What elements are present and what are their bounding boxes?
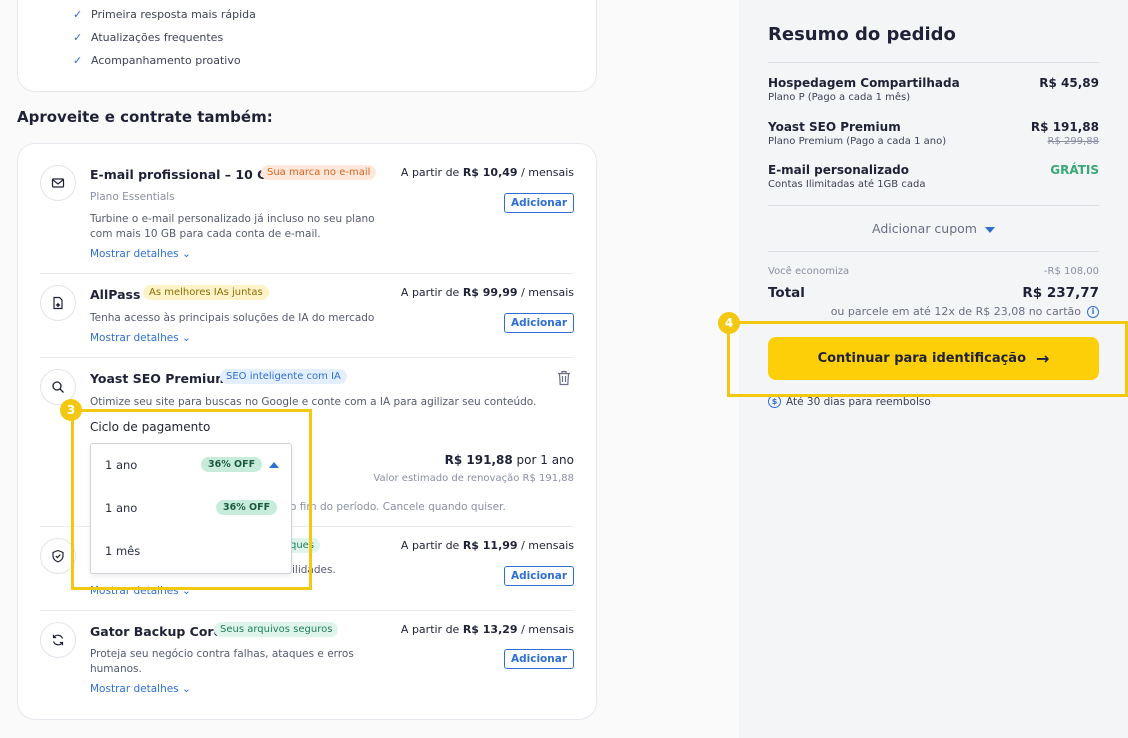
feature-item: ✓ Atualizações frequentes [73,31,224,44]
summary-item-old-price: R$ 299,88 [1047,136,1099,147]
divider [768,205,1099,206]
divider [40,357,574,358]
addon-subtitle-email: Plano Essentials [90,191,175,203]
summary-item-plan: Plano Premium (Pago a cada 1 ano) [768,136,947,147]
addon-desc-yoast: Otimize seu site para buscas no Google e… [90,396,537,408]
summary-item-name: E-mail personalizado [768,163,909,177]
step-number-3: 3 [60,399,82,421]
divider [768,251,1099,252]
addon-price-allpass: A partir de R$ 99,99 / mensais [400,286,574,299]
summary-item-plan: Contas Ilimitadas até 1GB cada [768,179,926,190]
add-button-allpass[interactable]: Adicionar [504,313,574,333]
addon-price-security: A partir de R$ 11,99 / mensais [400,539,574,552]
highlight-box-step3 [71,409,312,590]
chevron-down-icon: ⌄ [182,683,191,695]
addon-desc-allpass: Tenha acesso às principais soluções de I… [90,312,375,324]
addon-title-allpass: AllPass [90,287,141,302]
add-button-email[interactable]: Adicionar [504,193,574,213]
savings-value: -R$ 108,00 [1043,266,1099,277]
addon-desc-backup: Proteja seu negócio contra falhas, ataqu… [90,648,354,675]
chevron-down-icon: ⌄ [182,332,191,344]
summary-item-name: Hospedagem Compartilhada [768,76,960,90]
addon-desc-email: Turbine o e-mail personalizado já inclus… [90,213,375,240]
installment-info: ou parcele em até 12x de R$ 23,08 no car… [831,305,1099,318]
info-icon[interactable]: i [1087,305,1099,318]
ai-document-icon [40,285,76,321]
check-icon: ✓ [73,8,83,21]
yoast-price: R$ 191,88 por 1 ano [444,453,574,467]
check-icon: ✓ [73,54,83,67]
summary-item-price: R$ 45,89 [1039,76,1099,90]
divider [40,273,574,274]
addon-title-yoast: Yoast SEO Premium [90,371,229,386]
addon-title-email: E-mail profissional – 10 GB [90,167,277,182]
highlight-box-step4 [727,321,1128,397]
add-button-security[interactable]: Adicionar [504,566,574,586]
yoast-renewal: Valor estimado de renovação R$ 191,88 [373,473,574,484]
yoast-cancel-note: o fim do período. Cancele quando quiser. [290,501,506,513]
divider [40,610,574,611]
addon-badge-backup: Seus arquivos seguros [214,622,339,637]
divider [768,62,1099,63]
summary-title: Resumo do pedido [768,24,956,45]
section-title: Aproveite e contrate também: [17,108,273,126]
show-details-link-backup[interactable]: Mostrar detalhes ⌄ [90,683,191,695]
trash-icon[interactable] [557,370,571,386]
addon-badge-yoast: SEO inteligente com IA [220,369,347,384]
feature-item: ✓ Primeira resposta mais rápida [73,8,256,21]
summary-item-free: GRÁTIS [1050,163,1099,177]
addon-badge-email: Sua marca no e-mail [261,165,377,180]
feature-item: ✓ Acompanhamento proativo [73,54,241,67]
addon-price-email: A partir de R$ 10,49 / mensais [400,166,574,179]
show-details-link-email[interactable]: Mostrar detalhes ⌄ [90,248,191,260]
savings-label: Você economiza [768,266,850,277]
show-details-link-allpass[interactable]: Mostrar detalhes ⌄ [90,332,191,344]
mail-icon [40,165,76,201]
caret-down-icon [984,226,995,233]
addon-price-backup: A partir de R$ 13,29 / mensais [400,623,574,636]
backup-sync-icon [40,622,76,658]
summary-item-name: Yoast SEO Premium [768,120,901,134]
total-value: R$ 237,77 [1022,285,1099,301]
summary-item-plan: Plano P (Pago a cada 1 mês) [768,92,911,103]
addon-badge-allpass: As melhores IAs juntas [143,285,269,300]
add-coupon-toggle[interactable]: Adicionar cupom [768,221,1099,236]
addon-title-backup: Gator Backup Core [90,624,223,639]
summary-item-price: R$ 191,88 [1030,120,1099,134]
chevron-down-icon: ⌄ [182,248,191,260]
add-button-backup[interactable]: Adicionar [504,649,574,669]
total-label: Total [768,285,805,301]
check-icon: ✓ [73,31,83,44]
step-number-4: 4 [718,312,740,334]
